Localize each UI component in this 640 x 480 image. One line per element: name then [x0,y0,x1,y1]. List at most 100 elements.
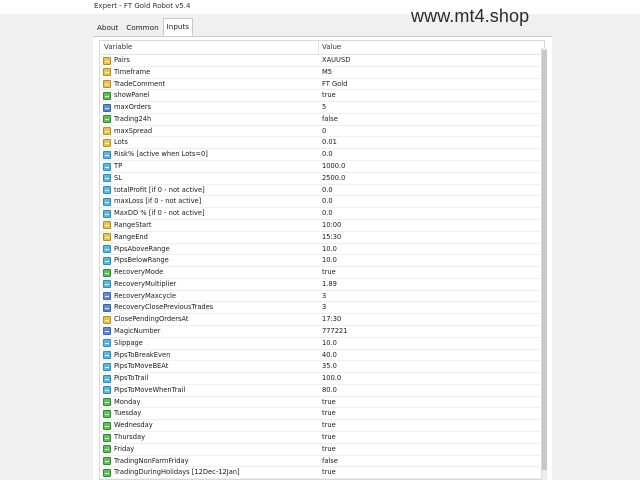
table-row[interactable]: PipsAboveRange 10.0 [100,244,544,256]
double-type-icon [103,256,111,265]
variable-value[interactable]: true [322,268,336,276]
table-row[interactable]: Lots 0.01 [100,137,544,150]
variable-value[interactable]: 1000.0 [322,162,345,170]
variable-value[interactable]: true [322,433,336,441]
variable-value[interactable]: true [322,445,336,453]
column-header-variable[interactable]: Variable [104,43,132,51]
table-row[interactable]: Slippage 10.0 [100,338,544,350]
string-type-icon [103,56,111,65]
variable-value[interactable]: false [322,115,338,123]
watermark-text: www.mt4.shop [411,6,530,26]
variable-value[interactable]: 40.0 [322,351,337,359]
scrollbar-thumb[interactable] [542,50,547,470]
bool-type-icon [103,468,111,477]
tab-strip: About Common Inputs [93,18,193,36]
variable-value[interactable]: 2500.0 [322,174,345,182]
variable-value[interactable]: 777221 [322,327,348,335]
variable-value[interactable]: XAUUSD [322,56,350,64]
variable-value[interactable]: 0 [322,127,326,135]
variable-value[interactable]: 10.0 [322,339,337,347]
variable-value[interactable]: 10.0 [322,256,337,264]
double-type-icon [103,374,111,383]
variable-name: TP [114,162,123,171]
vertical-scrollbar[interactable] [541,48,547,480]
variable-value[interactable]: FT Gold [322,80,347,88]
variable-value[interactable]: 5 [322,103,326,111]
ea-properties-window: Expert - FT Gold Robot v5.4 www.mt4.shop… [0,0,640,480]
variable-value[interactable]: 35.0 [322,362,337,370]
variable-value[interactable]: 3 [322,292,326,300]
table-row[interactable]: TradingNonFarmFriday false [100,456,544,468]
table-row[interactable]: ClosePendingOrdersAt 17:30 [100,314,544,326]
variable-value[interactable]: 0.0 [322,209,333,217]
table-row[interactable]: MaxDD % [if 0 - not active] 0.0 [100,208,544,220]
column-divider[interactable] [318,41,319,54]
string-type-icon [103,68,111,77]
variable-name: Timeframe [114,67,151,76]
table-row[interactable]: RecoveryMultiplier 1.89 [100,279,544,291]
tab-inputs[interactable]: Inputs [162,18,193,36]
table-row[interactable]: Monday true [100,397,544,409]
variable-value[interactable]: 0.0 [322,197,333,205]
table-row[interactable]: Timeframe M5 [100,67,544,79]
variable-value[interactable]: 0.0 [322,186,333,194]
variable-name: showPanel [114,91,150,100]
table-row[interactable]: showPanel true [100,90,544,103]
table-row[interactable]: PipsToMoveBEAt 35.0 [100,361,544,374]
variable-value[interactable]: true [322,409,336,417]
variable-value[interactable]: 80.0 [322,386,337,394]
tab-common[interactable]: Common [122,20,162,36]
table-row[interactable]: PipsToBreakEven 40.0 [100,350,544,362]
variable-value[interactable]: false [322,457,338,465]
table-row[interactable]: Pairs XAUUSD [100,55,544,67]
table-row[interactable]: maxSpread 0 [100,126,544,138]
string-type-icon [103,138,111,147]
variable-name: RecoveryClosePreviousTrades [114,303,214,312]
variable-value[interactable]: 0.01 [322,138,337,146]
table-row[interactable]: TP 1000.0 [100,161,544,173]
bool-type-icon [103,91,111,100]
variable-value[interactable]: 0.0 [322,150,333,158]
table-row[interactable]: Tuesday true [100,408,544,421]
table-row[interactable]: Wednesday true [100,420,544,432]
variable-value[interactable]: 15:30 [322,233,341,241]
table-row[interactable]: RecoveryClosePreviousTrades 3 [100,302,544,315]
variable-value[interactable]: true [322,398,336,406]
variable-value[interactable]: 100.0 [322,374,341,382]
variable-value[interactable]: true [322,468,336,476]
table-row[interactable]: Trading24h false [100,114,544,126]
variable-value[interactable]: 3 [322,303,326,311]
table-row[interactable]: Friday true [100,444,544,456]
table-row[interactable]: RecoveryMode true [100,267,544,279]
string-type-icon [103,221,111,230]
table-row[interactable]: TradingDuringHolidays [12Dec-12Jan] true [100,467,544,480]
table-row[interactable]: PipsBelowRange 10.0 [100,255,544,268]
table-row[interactable]: MagicNumber 777221 [100,326,544,338]
bool-type-icon [103,115,111,124]
variable-value[interactable]: 1.89 [322,280,337,288]
variable-value[interactable]: M5 [322,68,332,76]
table-row[interactable]: TradeComment FT Gold [100,79,544,91]
column-header-value[interactable]: Value [322,43,341,51]
variable-name: MagicNumber [114,326,161,335]
table-row[interactable]: Risk% [active when Lots=0] 0.0 [100,149,544,162]
variable-value[interactable]: true [322,91,336,99]
variable-value[interactable]: 17:30 [322,315,341,323]
table-row[interactable]: RangeEnd 15:30 [100,232,544,244]
int-type-icon [103,292,111,301]
table-row[interactable]: Thursday true [100,432,544,444]
table-row[interactable]: totalProfit [if 0 - not active] 0.0 [100,185,544,197]
table-row[interactable]: PipsToMoveWhenTrail 80.0 [100,385,544,397]
variable-value[interactable]: true [322,421,336,429]
variable-value[interactable]: 10:00 [322,221,341,229]
bool-type-icon [103,409,111,418]
table-row[interactable]: SL 2500.0 [100,173,544,185]
variable-value[interactable]: 10.0 [322,245,337,253]
table-row[interactable]: maxLoss [if 0 - not active] 0.0 [100,196,544,209]
table-row[interactable]: maxOrders 5 [100,102,544,114]
tab-about[interactable]: About [93,20,122,36]
bool-type-icon [103,445,111,454]
table-row[interactable]: PipsToTrail 100.0 [100,373,544,385]
table-row[interactable]: RecoveryMaxcycle 3 [100,291,544,303]
table-row[interactable]: RangeStart 10:00 [100,220,544,232]
